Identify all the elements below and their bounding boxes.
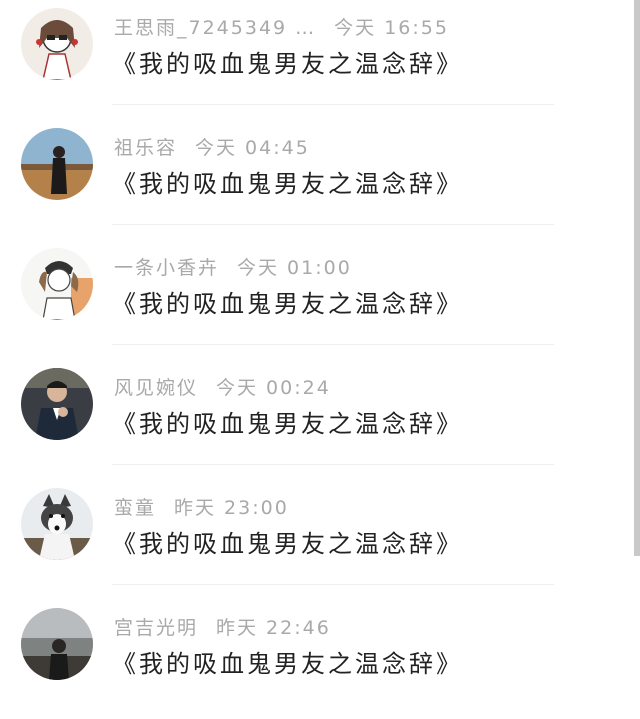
username[interactable]: 风见婉仪	[114, 377, 198, 399]
comment-item[interactable]: 一条小香卉 今天 01:00 《我的吸血鬼男友之温念辞》	[0, 240, 634, 359]
timestamp: 昨天 22:46	[216, 617, 331, 639]
comment-item[interactable]: 风见婉仪 今天 00:24 《我的吸血鬼男友之温念辞》	[0, 360, 634, 479]
timestamp: 今天 04:45	[195, 137, 310, 159]
comment-text: 《我的吸血鬼男友之温念辞》	[112, 530, 463, 558]
comment-meta: 一条小香卉 今天 01:00	[114, 253, 352, 280]
comment-meta: 风见婉仪 今天 00:24	[114, 373, 331, 400]
comment-text: 《我的吸血鬼男友之温念辞》	[112, 170, 463, 198]
comment-text: 《我的吸血鬼男友之温念辞》	[112, 290, 463, 318]
comment-item[interactable]: 蛮童 昨天 23:00 《我的吸血鬼男友之温念辞》	[0, 480, 634, 599]
husky-dog-avatar[interactable]	[21, 488, 93, 560]
divider	[112, 584, 554, 585]
comment-meta: 蛮童 昨天 23:00	[114, 493, 289, 520]
timestamp: 今天 16:55	[334, 17, 449, 39]
man-suit-avatar[interactable]	[21, 368, 93, 440]
comment-meta: 宫吉光明 昨天 22:46	[114, 613, 331, 640]
username[interactable]: 蛮童	[114, 497, 156, 519]
scrollbar[interactable]	[634, 0, 640, 556]
divider	[112, 464, 554, 465]
comment-item[interactable]: 祖乐容 今天 04:45 《我的吸血鬼男友之温念辞》	[0, 120, 634, 239]
divider	[112, 344, 554, 345]
username[interactable]: 宫吉光明	[114, 617, 198, 639]
username[interactable]: 祖乐容	[114, 137, 177, 159]
timestamp: 今天 01:00	[237, 257, 352, 279]
timestamp: 昨天 23:00	[174, 497, 289, 519]
comment-text: 《我的吸血鬼男友之温念辞》	[112, 650, 463, 678]
divider	[112, 104, 554, 105]
divider	[112, 224, 554, 225]
comment-text: 《我的吸血鬼男友之温念辞》	[112, 410, 463, 438]
girl-sunglasses-avatar[interactable]	[21, 8, 93, 80]
comment-meta: 祖乐容 今天 04:45	[114, 133, 310, 160]
username[interactable]: 王思雨_7245349 …	[114, 17, 316, 39]
comment-item[interactable]: 宫吉光明 昨天 22:46 《我的吸血鬼男友之温念辞》	[0, 600, 634, 719]
anime-girl-cap-avatar[interactable]	[21, 248, 93, 320]
comment-text: 《我的吸血鬼男友之温念辞》	[112, 50, 463, 78]
timestamp: 今天 00:24	[216, 377, 331, 399]
person-outdoor-avatar[interactable]	[21, 608, 93, 680]
username[interactable]: 一条小香卉	[114, 257, 219, 279]
comment-meta: 王思雨_7245349 … 今天 16:55	[114, 13, 449, 40]
woman-landscape-avatar[interactable]	[21, 128, 93, 200]
comment-item[interactable]: 王思雨_7245349 … 今天 16:55 《我的吸血鬼男友之温念辞》	[0, 0, 634, 119]
